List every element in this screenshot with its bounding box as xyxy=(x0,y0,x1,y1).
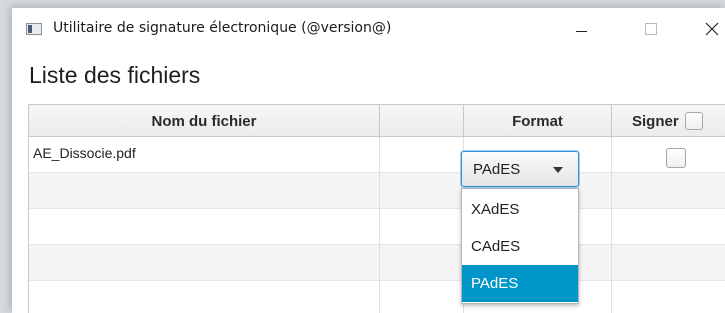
format-option-cades[interactable]: CAdES xyxy=(462,228,578,265)
sign-cell xyxy=(612,137,725,172)
file-name-cell xyxy=(29,281,380,313)
sign-cell xyxy=(612,173,725,208)
format-combobox-value: PAdES xyxy=(473,161,521,178)
blank-cell xyxy=(380,209,464,244)
column-header-label: Nom du fichier xyxy=(151,112,257,130)
file-name-cell xyxy=(29,173,380,208)
page-title: Liste des fichiers xyxy=(29,62,201,88)
format-option-xades[interactable]: XAdES xyxy=(462,191,578,228)
files-table: Nom du fichier Format Signer AE_Dissocie… xyxy=(28,104,725,313)
column-header-label: Format xyxy=(512,112,563,130)
column-header-blank[interactable] xyxy=(380,105,464,137)
sign-cell xyxy=(612,209,725,244)
blank-cell xyxy=(380,173,464,208)
title-bar: Utilitaire de signature électronique (@v… xyxy=(12,8,725,48)
table-row xyxy=(29,173,725,209)
blank-cell xyxy=(380,281,464,313)
column-header-format[interactable]: Format xyxy=(464,105,612,137)
file-name-cell xyxy=(29,245,380,280)
file-name-cell: AE_Dissocie.pdf xyxy=(29,137,380,172)
table-row[interactable]: AE_Dissocie.pdf xyxy=(29,137,725,173)
window-title: Utilitaire de signature électronique (@v… xyxy=(53,20,392,36)
sign-cell xyxy=(612,281,725,313)
column-header-label: Signer xyxy=(632,112,679,130)
blank-cell xyxy=(380,245,464,280)
chevron-down-icon xyxy=(553,167,563,173)
column-header-file-name[interactable]: Nom du fichier xyxy=(29,105,380,137)
format-option-pades[interactable]: PAdES xyxy=(462,265,578,302)
minimize-button[interactable] xyxy=(558,14,604,44)
minimize-icon xyxy=(575,30,587,32)
sign-checkbox[interactable] xyxy=(666,148,686,168)
table-row xyxy=(29,245,725,281)
maximize-icon xyxy=(645,23,657,35)
format-dropdown-list: XAdES CAdES PAdES xyxy=(461,188,579,304)
sign-cell xyxy=(612,245,725,280)
table-header: Nom du fichier Format Signer xyxy=(29,104,725,137)
app-window: Utilitaire de signature électronique (@v… xyxy=(12,8,725,313)
table-row xyxy=(29,281,725,313)
column-header-sign[interactable]: Signer xyxy=(612,105,725,137)
app-icon xyxy=(26,23,42,35)
table-row xyxy=(29,209,725,245)
file-name: AE_Dissocie.pdf xyxy=(33,145,136,161)
maximize-button[interactable] xyxy=(628,14,674,44)
format-combobox[interactable]: PAdES xyxy=(461,151,579,187)
close-button[interactable] xyxy=(689,14,725,44)
file-name-cell xyxy=(29,209,380,244)
blank-cell xyxy=(380,137,464,172)
close-icon xyxy=(705,22,719,36)
select-all-checkbox[interactable] xyxy=(684,112,703,130)
